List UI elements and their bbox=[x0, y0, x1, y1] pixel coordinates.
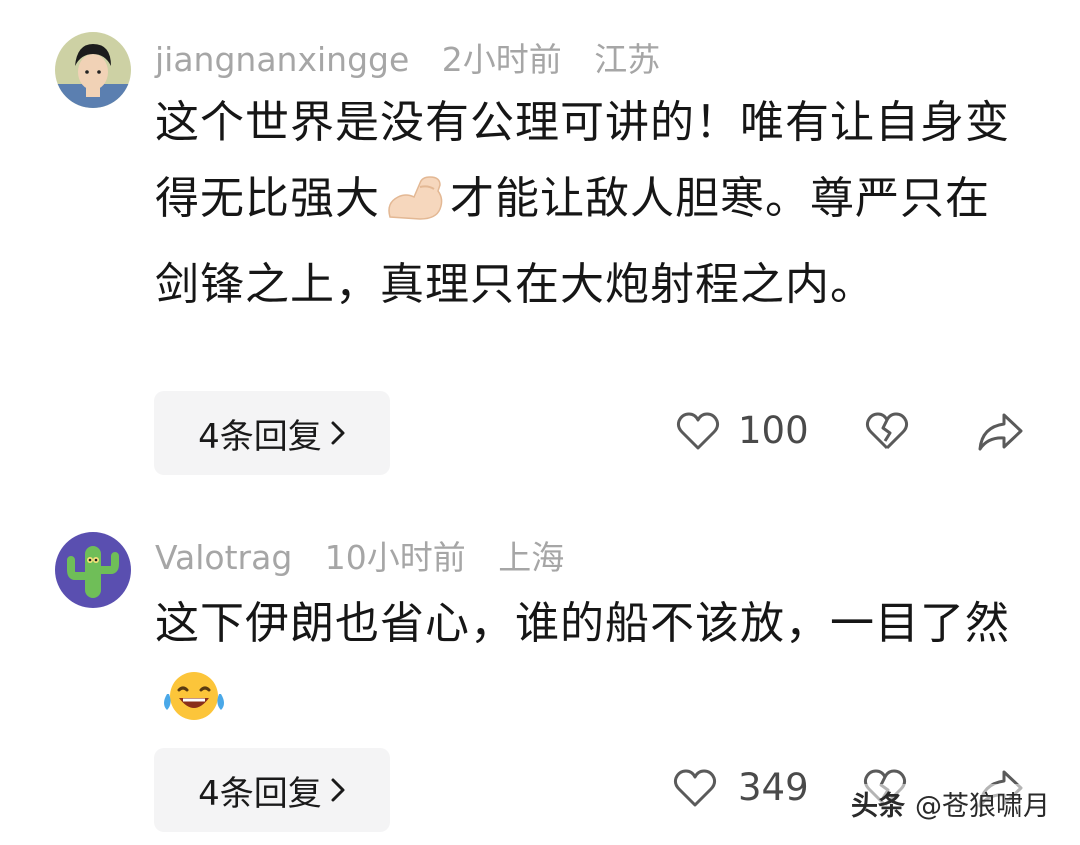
watermark-handle: @苍狼啸月 bbox=[915, 791, 1050, 822]
share-icon[interactable] bbox=[976, 411, 1024, 457]
comment-time: 2小时前 bbox=[441, 40, 562, 79]
like-count: 349 bbox=[738, 766, 809, 809]
comment-location: 江苏 bbox=[594, 40, 661, 79]
comment-text: 这个世界是没有公理可讲的！唯有让自身变得无比强大 才能让敌人胆寒。尊严只在剑锋之上… bbox=[155, 85, 1025, 323]
flexed-biceps-emoji bbox=[384, 171, 446, 247]
heart-icon[interactable] bbox=[676, 411, 720, 455]
broken-heart-icon[interactable] bbox=[864, 411, 910, 455]
tears-of-joy-emoji bbox=[159, 668, 229, 748]
username[interactable]: Valotrag bbox=[155, 538, 292, 577]
user-avatar[interactable] bbox=[55, 532, 131, 608]
comment-location: 上海 bbox=[498, 538, 565, 577]
watermark: 头条 @苍狼啸月 bbox=[847, 784, 1054, 823]
comment-meta: Valotrag 10小时前 上海 bbox=[155, 538, 586, 578]
comment-actions: 100 bbox=[0, 391, 1080, 475]
comment-text: 这下伊朗也省心，谁的船不该放，一目了然 bbox=[155, 586, 1025, 748]
username[interactable]: jiangnanxingge bbox=[155, 40, 409, 79]
user-avatar[interactable] bbox=[55, 32, 131, 108]
like-count: 100 bbox=[738, 409, 809, 452]
watermark-brand: 头条 bbox=[851, 791, 905, 822]
comment-meta: jiangnanxingge 2小时前 江苏 bbox=[155, 40, 682, 80]
comment-text-part: 这下伊朗也省心，谁的船不该放，一目了然 bbox=[155, 598, 1010, 649]
heart-icon[interactable] bbox=[673, 768, 717, 812]
comment-time: 10小时前 bbox=[324, 538, 466, 577]
